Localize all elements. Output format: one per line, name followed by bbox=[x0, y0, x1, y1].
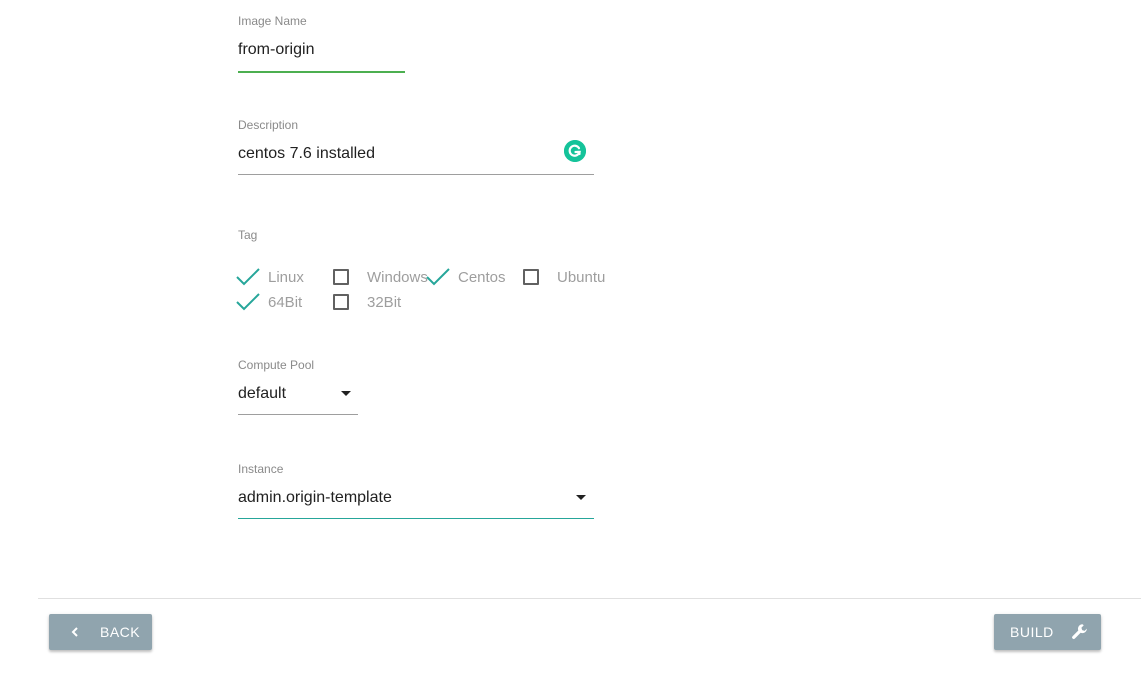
tag-field: Tag Linux Windows Centos Ubuntu 64Bit 32… bbox=[236, 228, 658, 318]
checkmark-icon bbox=[426, 268, 450, 286]
grammarly-icon[interactable] bbox=[564, 140, 586, 162]
tag-option-windows[interactable]: Windows bbox=[333, 266, 428, 288]
tag-option-32bit[interactable]: 32Bit bbox=[333, 291, 401, 313]
checkbox-empty-icon bbox=[333, 269, 349, 285]
image-name-label: Image Name bbox=[238, 14, 307, 28]
tag-option-ubuntu[interactable]: Ubuntu bbox=[523, 266, 605, 288]
chevron-down-icon[interactable] bbox=[341, 391, 351, 396]
tag-option-label: 32Bit bbox=[367, 293, 402, 311]
back-button[interactable]: BACK bbox=[49, 614, 152, 650]
chevron-left-icon bbox=[71, 627, 78, 637]
compute-pool-label: Compute Pool bbox=[238, 358, 315, 372]
footer-divider bbox=[38, 598, 1141, 599]
back-button-label: BACK bbox=[100, 624, 141, 640]
image-name-input[interactable]: from-origin bbox=[238, 40, 314, 60]
checkmark-icon bbox=[236, 268, 260, 286]
description-field: Description centos 7.6 installed bbox=[238, 118, 594, 178]
wrench-icon bbox=[1071, 624, 1087, 639]
tag-option-label: Windows bbox=[367, 268, 428, 286]
instance-underline bbox=[238, 518, 594, 519]
compute-pool-select[interactable]: default bbox=[238, 384, 286, 404]
compute-pool-field: Compute Pool default bbox=[238, 358, 358, 418]
tag-option-centos[interactable]: Centos bbox=[424, 266, 506, 288]
tag-option-label: 64Bit bbox=[268, 293, 303, 311]
image-name-field: Image Name from-origin bbox=[238, 14, 405, 74]
instance-label: Instance bbox=[238, 462, 284, 476]
description-label: Description bbox=[238, 118, 299, 132]
checkbox-empty-icon bbox=[333, 294, 349, 310]
tag-option-linux[interactable]: Linux bbox=[234, 266, 304, 288]
description-input[interactable]: centos 7.6 installed bbox=[238, 144, 375, 164]
tag-option-label: Ubuntu bbox=[557, 268, 606, 286]
checkbox-empty-icon bbox=[523, 269, 539, 285]
tag-option-label: Linux bbox=[268, 268, 304, 286]
tag-option-64bit[interactable]: 64Bit bbox=[234, 291, 302, 313]
build-button[interactable]: BUILD bbox=[994, 614, 1101, 650]
description-underline bbox=[238, 174, 594, 175]
chevron-down-icon[interactable] bbox=[576, 495, 586, 500]
image-name-underline bbox=[238, 71, 405, 73]
checkmark-icon bbox=[236, 293, 260, 311]
compute-pool-underline bbox=[238, 414, 358, 415]
tag-label: Tag bbox=[238, 228, 258, 242]
build-button-label: BUILD bbox=[1010, 624, 1054, 640]
image-build-form: Image Name from-origin Description cento… bbox=[0, 0, 1141, 681]
instance-select[interactable]: admin.origin-template bbox=[238, 488, 392, 508]
instance-field: Instance admin.origin-template bbox=[238, 462, 594, 522]
tag-option-label: Centos bbox=[458, 268, 506, 286]
